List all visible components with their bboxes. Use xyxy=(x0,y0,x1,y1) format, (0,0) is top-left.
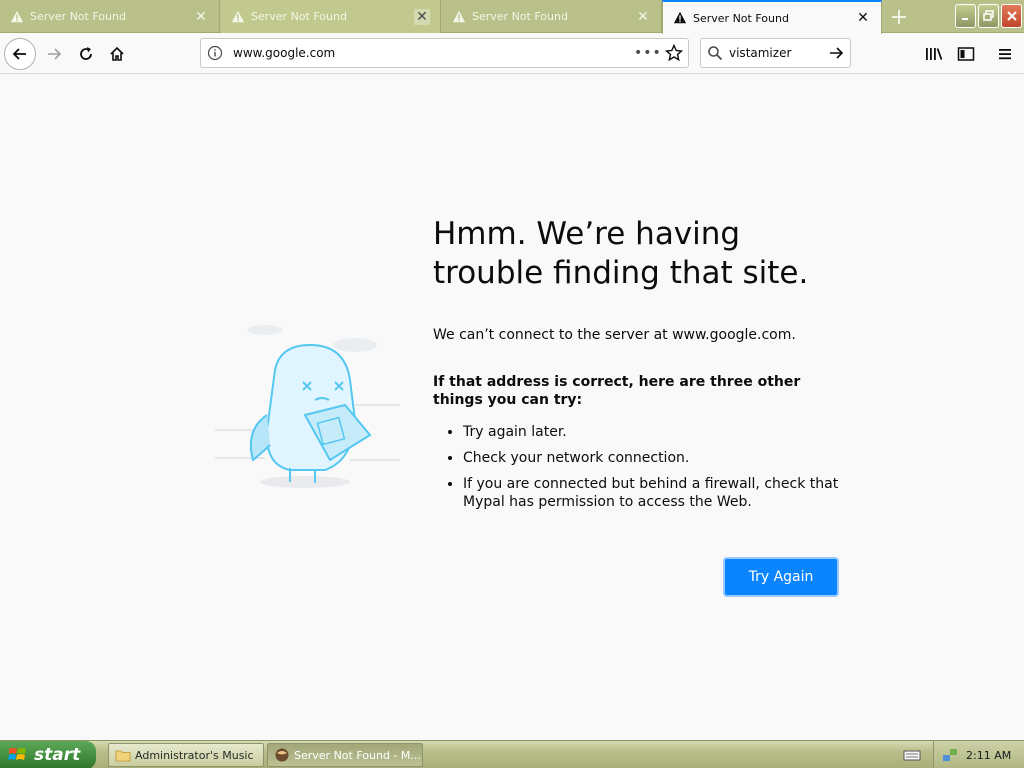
forward-arrow-icon xyxy=(48,48,62,60)
close-tab-icon[interactable]: ✕ xyxy=(635,9,651,25)
tab-2[interactable]: Server Not Found ✕ xyxy=(221,0,441,33)
minimize-button[interactable] xyxy=(955,4,976,28)
tab-title: Server Not Found xyxy=(472,10,568,23)
bookmark-star-icon[interactable] xyxy=(660,44,688,62)
confused-dino-illustration xyxy=(215,325,400,488)
keyboard-icon[interactable] xyxy=(903,746,921,764)
sidebar-icon xyxy=(957,47,975,61)
page-title: Hmm. We’re having trouble finding that s… xyxy=(433,216,809,291)
search-bar[interactable] xyxy=(700,38,851,68)
minimize-icon xyxy=(961,18,968,20)
close-icon xyxy=(1006,11,1017,21)
list-item: If you are connected but behind a firewa… xyxy=(463,475,843,511)
menu-button[interactable] xyxy=(991,40,1019,68)
back-button[interactable] xyxy=(4,38,36,70)
tab-title: Server Not Found xyxy=(693,11,789,25)
reload-icon xyxy=(80,47,92,60)
close-window-button[interactable] xyxy=(1001,4,1022,28)
url-bar[interactable]: www.google.com ••• xyxy=(200,38,689,68)
browser-icon xyxy=(275,748,289,762)
windows-flag-icon xyxy=(8,748,26,760)
search-go-icon[interactable] xyxy=(822,45,850,61)
tab-title: Server Not Found xyxy=(251,10,347,23)
taskbar-item-label: Administrator's Music xyxy=(135,748,254,762)
hamburger-menu-icon xyxy=(999,49,1011,60)
taskbar-item-browser[interactable]: Server Not Found - M... xyxy=(267,743,423,767)
close-tab-icon[interactable]: ✕ xyxy=(855,10,871,26)
error-description: We can’t connect to the server at www.go… xyxy=(433,327,796,343)
sidebar-button[interactable] xyxy=(952,40,980,68)
tab-3[interactable]: Server Not Found ✕ xyxy=(442,0,662,33)
tab-4-active[interactable]: Server Not Found ✕ xyxy=(662,0,882,34)
warning-icon xyxy=(673,11,687,24)
restore-button[interactable] xyxy=(978,4,999,28)
nav-bar: www.google.com ••• xyxy=(0,34,1024,74)
suggestions-heading: If that address is correct, here are thr… xyxy=(433,374,801,408)
folder-icon xyxy=(115,750,131,762)
warning-icon xyxy=(10,10,24,22)
tab-title: Server Not Found xyxy=(30,10,126,23)
warning-icon xyxy=(231,10,245,22)
back-arrow-icon xyxy=(12,48,26,60)
taskbar-item-music-folder[interactable]: Administrator's Music xyxy=(108,743,264,767)
info-icon[interactable] xyxy=(201,45,229,61)
forward-button[interactable] xyxy=(38,38,70,70)
search-icon xyxy=(701,45,729,61)
taskbar: start Administrator's Music Server Not F… xyxy=(0,740,1024,768)
library-button[interactable] xyxy=(920,40,948,68)
start-label: start xyxy=(34,745,81,765)
restore-icon xyxy=(982,10,994,21)
page-actions-icon[interactable]: ••• xyxy=(634,45,661,61)
network-icon[interactable] xyxy=(942,747,958,763)
home-icon xyxy=(110,46,124,61)
suggestions-list: Try again later. Check your network conn… xyxy=(433,423,843,511)
close-tab-icon[interactable]: ✕ xyxy=(414,8,430,25)
library-icon xyxy=(926,48,943,60)
try-again-button[interactable]: Try Again xyxy=(725,559,837,595)
taskbar-item-label: Server Not Found - M... xyxy=(294,748,421,762)
error-message-box: Hmm. We’re having trouble finding that s… xyxy=(433,215,843,519)
system-tray: 2:11 AM xyxy=(933,741,1024,768)
reload-button[interactable] xyxy=(70,38,102,70)
warning-icon xyxy=(452,10,466,22)
clock: 2:11 AM xyxy=(966,748,1012,762)
url-text[interactable]: www.google.com xyxy=(229,46,634,60)
list-item: Check your network connection. xyxy=(463,449,843,467)
new-tab-button[interactable]: + xyxy=(884,4,914,30)
close-tab-icon[interactable]: ✕ xyxy=(193,9,209,25)
search-input[interactable] xyxy=(729,46,822,60)
tab-strip: Server Not Found ✕ Server Not Found ✕ Se… xyxy=(0,0,1024,34)
start-button[interactable]: start xyxy=(0,741,96,768)
list-item: Try again later. xyxy=(463,423,843,441)
error-page: Hmm. We’re having trouble finding that s… xyxy=(0,75,1024,740)
home-button[interactable] xyxy=(101,38,133,70)
tab-1[interactable]: Server Not Found ✕ xyxy=(0,0,220,33)
